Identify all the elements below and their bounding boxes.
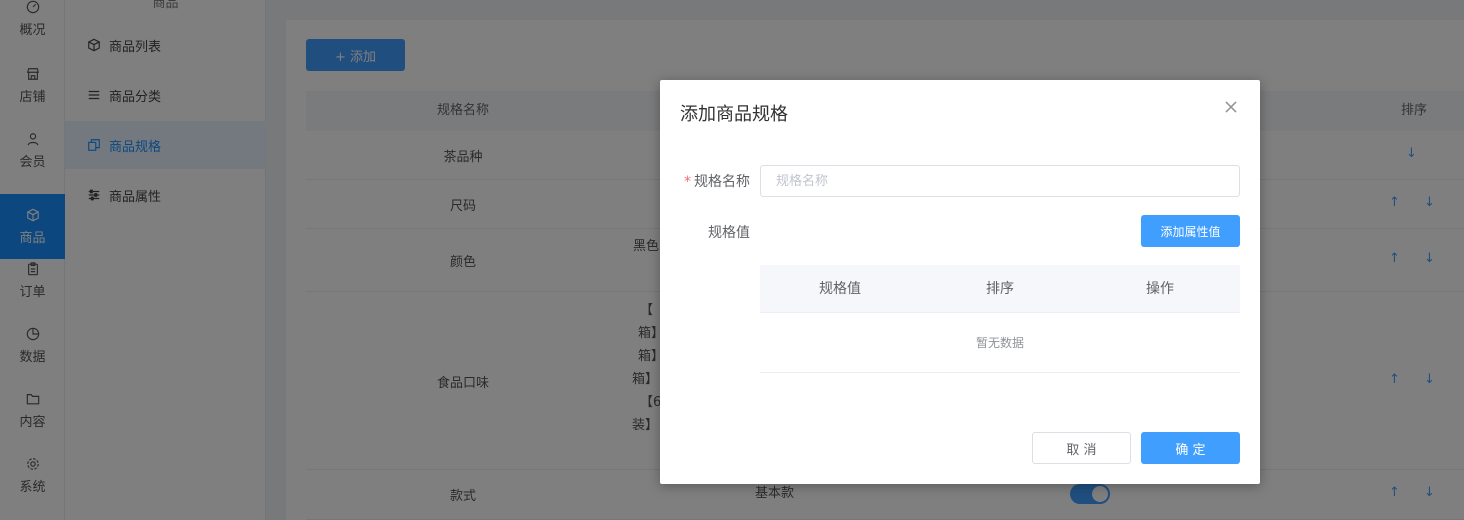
cancel-button[interactable]: 取 消: [1032, 432, 1131, 464]
column-header-spec-value: 规格值: [819, 281, 861, 297]
required-mark: *: [684, 174, 691, 190]
spec-value-table-header: 规格值 排序 操作: [760, 265, 1240, 313]
dialog-title: 添加商品规格: [680, 104, 788, 125]
spec-name-input[interactable]: [760, 165, 1240, 197]
spec-name-label-text: 规格名称: [694, 174, 750, 190]
close-icon[interactable]: [1222, 98, 1240, 116]
confirm-button[interactable]: 确 定: [1141, 432, 1240, 464]
column-header-sort: 排序: [986, 281, 1014, 297]
spec-value-label: 规格值: [708, 225, 750, 241]
empty-table-text: 暂无数据: [760, 313, 1240, 373]
column-header-action: 操作: [1146, 281, 1174, 297]
add-attribute-value-button[interactable]: 添加属性值: [1141, 215, 1240, 247]
spec-name-label: * 规格名称: [684, 171, 750, 191]
add-spec-dialog: 添加商品规格 *规格名称 规格值 添加属性值 规格值 排序 操作 暂无数据 取 …: [660, 80, 1260, 484]
